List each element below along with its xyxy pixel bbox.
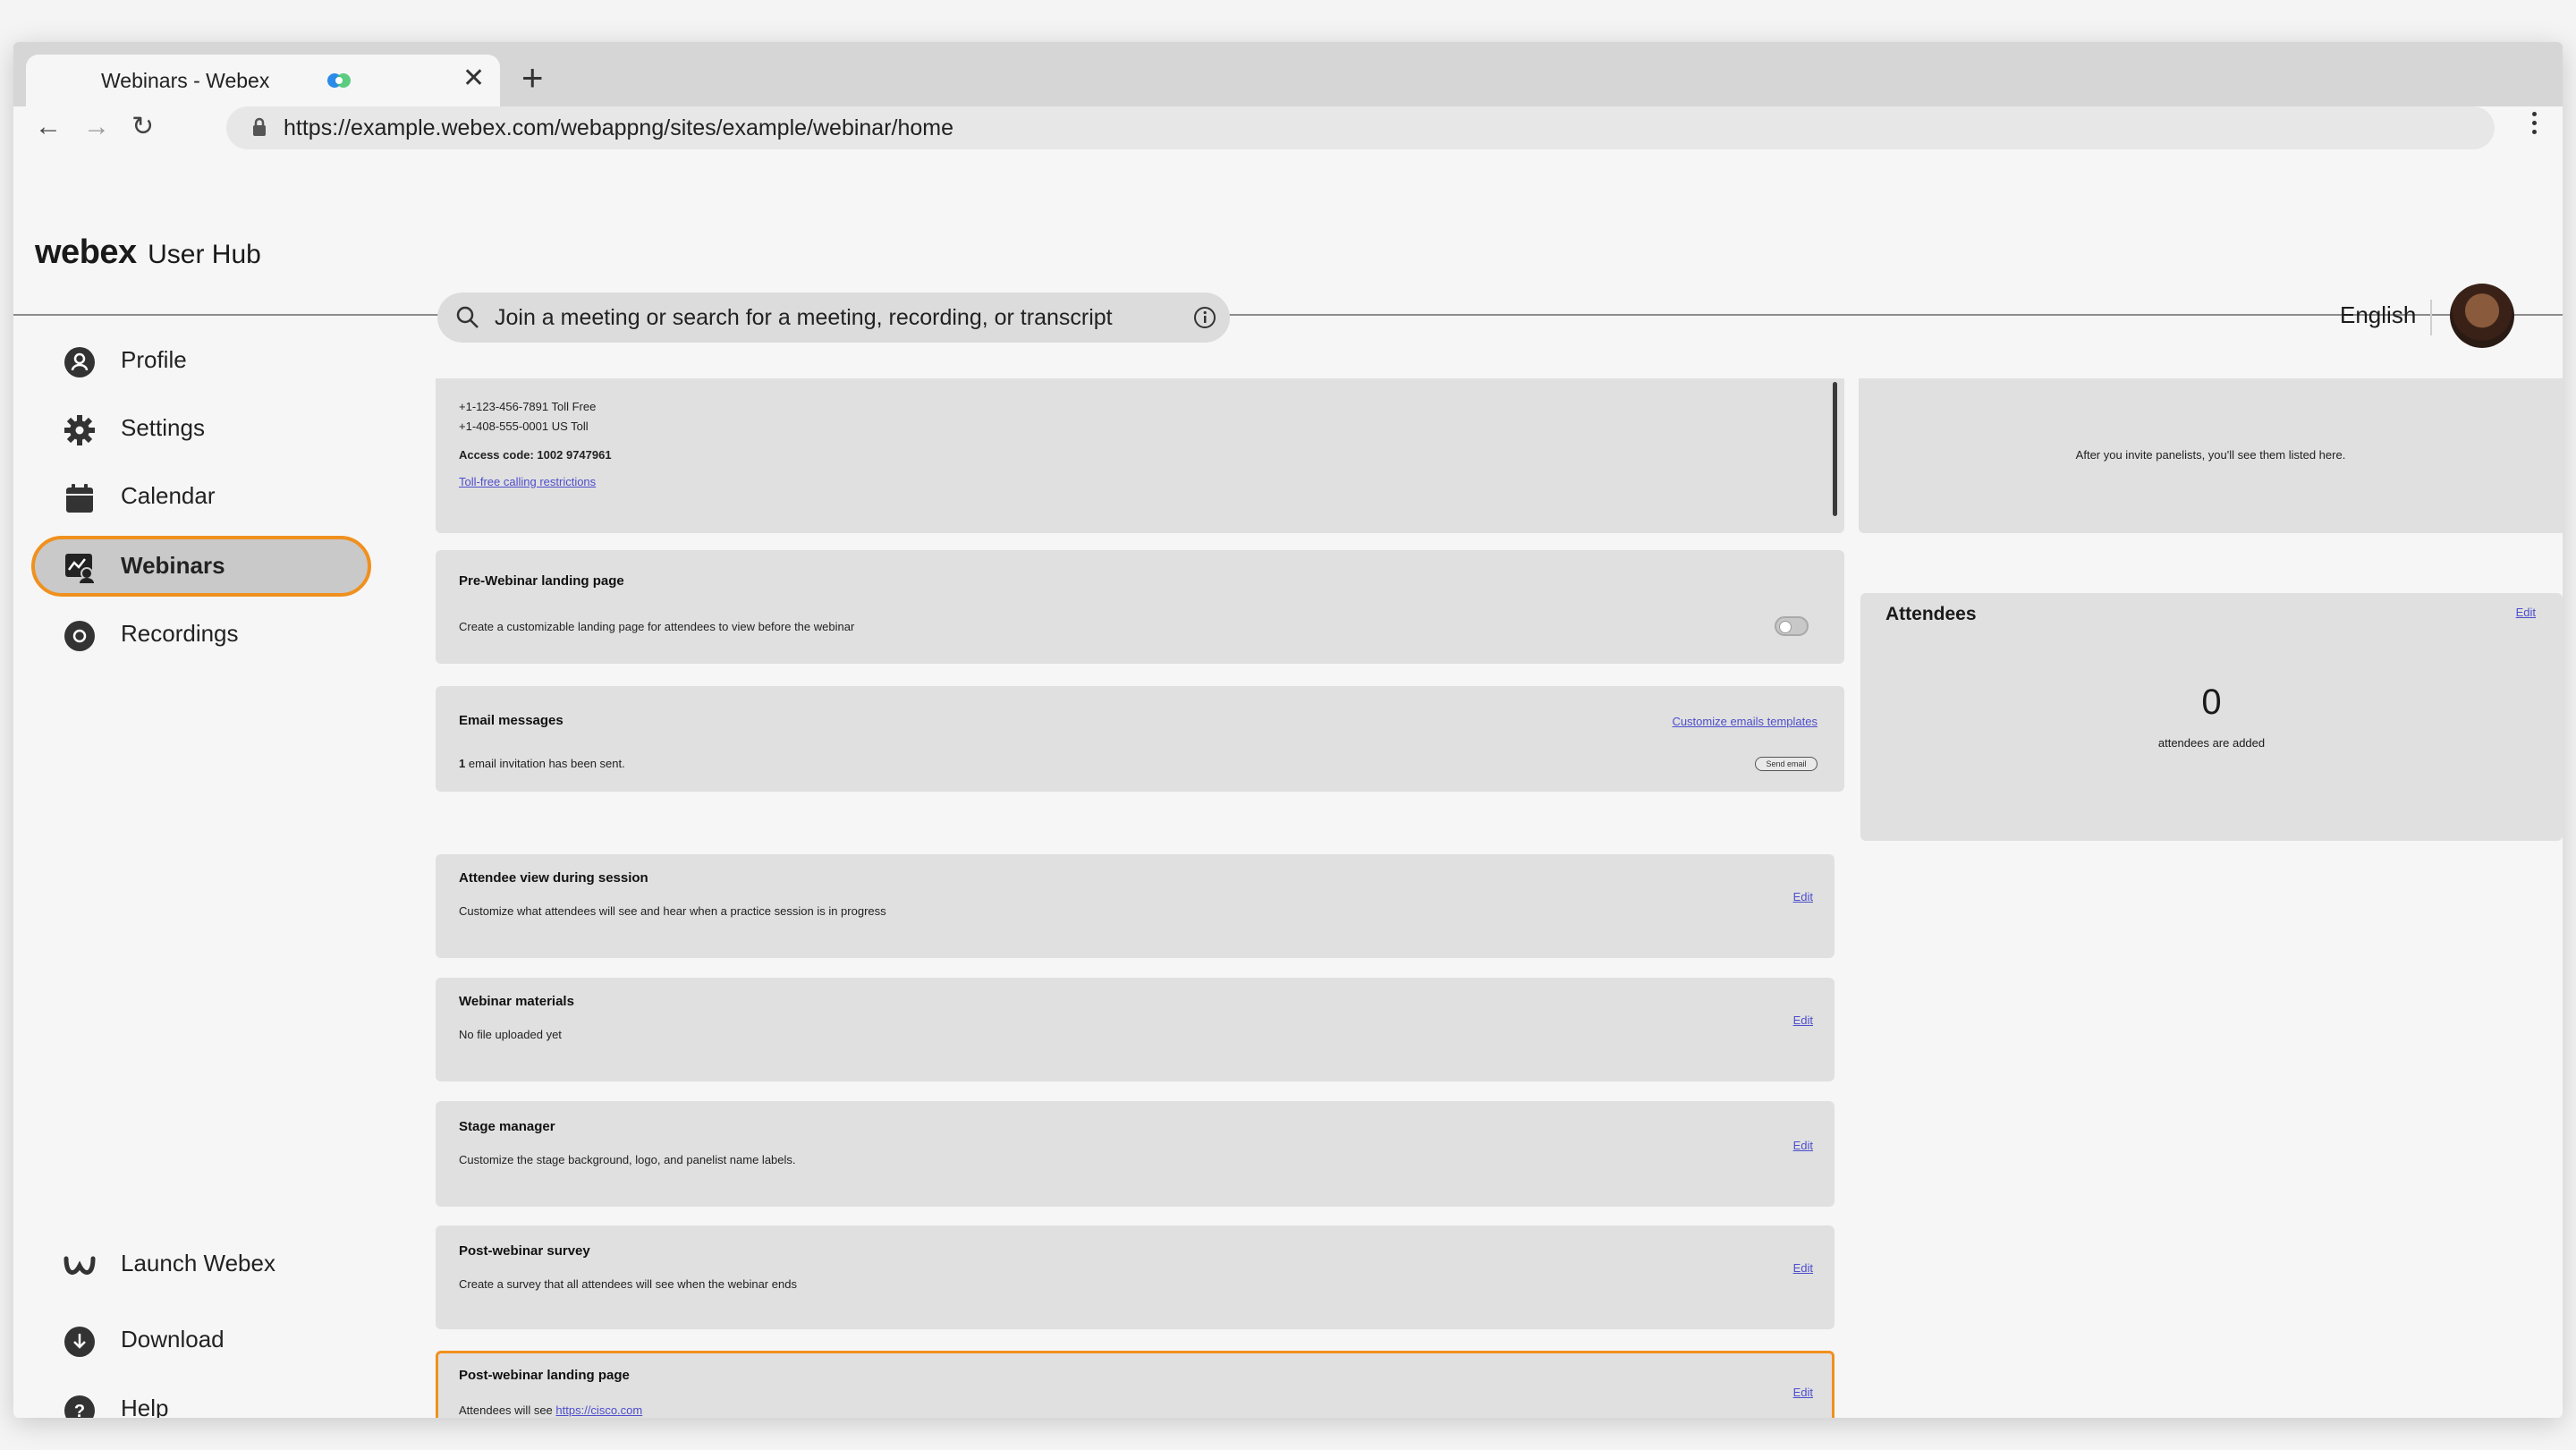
sidebar-item-calendar[interactable]: Calendar	[31, 466, 371, 527]
card-title: Stage manager	[459, 1119, 555, 1134]
language-selector[interactable]: English	[2340, 301, 2416, 329]
card-desc: No file uploaded yet	[459, 1028, 562, 1041]
card-title: Email messages	[459, 713, 564, 728]
sidebar-item-label: Settings	[121, 414, 205, 441]
email-status: 1 email invitation has been sent.	[459, 757, 625, 770]
sidebar-item-help[interactable]: ? Help	[31, 1378, 371, 1418]
recordings-icon	[64, 621, 95, 651]
gear-icon	[64, 415, 95, 445]
send-email-button[interactable]: Send email	[1755, 757, 1818, 771]
post-landing-desc: Attendees will see	[459, 1403, 556, 1417]
navigation-bar: ← → ↻ https://example.webex.com/webappng…	[13, 106, 2563, 205]
card-desc: Customize the stage background, logo, an…	[459, 1153, 796, 1166]
webex-logo-icon	[64, 1256, 96, 1275]
pre-webinar-toggle[interactable]	[1775, 616, 1809, 636]
browser-menu-icon[interactable]	[2532, 112, 2538, 139]
help-icon: ?	[64, 1395, 95, 1418]
attendees-title: Attendees	[1885, 604, 1977, 624]
forward-arrow-icon[interactable]: →	[83, 114, 110, 140]
email-messages-card: Email messages Customize emails template…	[436, 686, 1844, 792]
webex-favicon-icon	[327, 73, 351, 88]
card-desc: Create a customizable landing page for a…	[459, 620, 855, 633]
brand-title: User Hub	[148, 240, 261, 269]
phone-toll-free: +1-123-456-7891 Toll Free	[459, 400, 597, 413]
sidebar-item-label: Recordings	[121, 620, 239, 647]
phone-us-toll: +1-408-555-0001 US Toll	[459, 420, 589, 433]
search-input[interactable]: Join a meeting or search for a meeting, …	[437, 293, 1230, 343]
audio-connection-card: +1-123-456-7891 Toll Free +1-408-555-000…	[436, 378, 1844, 533]
sidebar-item-label: Profile	[121, 346, 187, 373]
tab-title: Webinars - Webex	[101, 69, 270, 92]
attendees-count: 0	[2201, 683, 2222, 722]
sidebar-item-label: Calendar	[121, 482, 216, 509]
customize-email-templates-link[interactable]: Customize emails templates	[1672, 715, 1818, 728]
sidebar-item-label: Download	[121, 1326, 225, 1352]
header-divider	[2430, 300, 2432, 335]
attendees-count-label: attendees are added	[2157, 736, 2266, 750]
profile-icon	[64, 347, 95, 377]
search-placeholder: Join a meeting or search for a meeting, …	[495, 305, 1113, 330]
download-icon	[64, 1327, 95, 1357]
info-icon[interactable]	[1192, 305, 1217, 330]
card-desc: Customize what attendees will see and he…	[459, 904, 886, 918]
edit-link[interactable]: Edit	[1793, 1261, 1813, 1275]
search-icon	[456, 306, 479, 328]
webinar-icon	[65, 554, 94, 583]
card-title: Attendee view during session	[459, 870, 648, 886]
new-tab-button[interactable]: +	[521, 59, 544, 97]
sidebar-item-recordings[interactable]: Recordings	[31, 604, 371, 665]
post-landing-url-link[interactable]: https://cisco.com	[555, 1403, 642, 1417]
card-scrollbar[interactable]	[1833, 382, 1837, 516]
lock-icon	[253, 117, 266, 136]
edit-link[interactable]: Edit	[1793, 1013, 1813, 1027]
svg-text:?: ?	[74, 1402, 85, 1418]
sidebar-item-label: Launch Webex	[121, 1250, 275, 1276]
url-bar[interactable]: https://example.webex.com/webappng/sites…	[226, 106, 2495, 149]
panelists-card: After you invite panelists, you'll see t…	[1859, 378, 2563, 533]
post-webinar-survey-card: Post-webinar survey Create a survey that…	[436, 1225, 1835, 1329]
back-arrow-icon[interactable]: ←	[35, 114, 62, 140]
edit-link[interactable]: Edit	[1793, 1139, 1813, 1152]
attendee-view-card: Attendee view during session Customize w…	[436, 854, 1835, 958]
webex-logo: webex	[35, 233, 137, 271]
sidebar-item-webinars[interactable]: Webinars	[31, 536, 371, 597]
calendar-icon	[66, 484, 93, 513]
card-title: Post-webinar survey	[459, 1243, 590, 1259]
attendees-edit-link[interactable]: Edit	[2516, 606, 2536, 619]
sidebar-item-label: Webinars	[121, 552, 225, 579]
card-desc: Attendees will see https://cisco.com	[459, 1403, 642, 1417]
sidebar-item-launch-webex[interactable]: Launch Webex	[31, 1234, 371, 1294]
edit-link[interactable]: Edit	[1793, 890, 1813, 903]
toll-free-restrictions-link[interactable]: Toll-free calling restrictions	[459, 475, 596, 488]
card-desc: Create a survey that all attendees will …	[459, 1277, 797, 1291]
tab-bar: Webinars - Webex ✕ +	[13, 42, 2563, 106]
sidebar-item-download[interactable]: Download	[31, 1310, 371, 1370]
hub-header: webex User Hub	[13, 205, 2563, 316]
email-status-text: email invitation has been sent.	[465, 757, 625, 770]
url-text: https://example.webex.com/webappng/sites…	[284, 115, 954, 140]
card-title: Pre-Webinar landing page	[459, 573, 624, 589]
brand: webex User Hub	[35, 233, 261, 272]
browser-tab[interactable]: Webinars - Webex ✕	[26, 55, 500, 106]
avatar[interactable]	[2450, 284, 2514, 348]
sidebar-item-label: Help	[121, 1395, 169, 1418]
panelists-empty-text: After you invite panelists, you'll see t…	[2075, 448, 2346, 462]
close-tab-icon[interactable]: ✕	[462, 64, 485, 94]
card-title: Webinar materials	[459, 994, 574, 1009]
edit-link[interactable]: Edit	[1793, 1386, 1813, 1399]
main-content: +1-123-456-7891 Toll Free +1-408-555-000…	[389, 378, 2563, 1418]
access-code: Access code: 1002 9747961	[459, 448, 612, 462]
reload-icon[interactable]: ↻	[131, 114, 154, 140]
card-title: Post-webinar landing page	[459, 1368, 630, 1383]
post-webinar-landing-card: Post-webinar landing page Attendees will…	[436, 1351, 1835, 1418]
pre-webinar-landing-card: Pre-Webinar landing page Create a custom…	[436, 550, 1844, 664]
sidebar-item-settings[interactable]: Settings	[31, 398, 371, 459]
attendees-card: Attendees Edit 0 attendees are added	[1860, 593, 2563, 841]
sidebar: Profile Settings Calendar Webinars Recor…	[13, 318, 389, 1418]
stage-manager-card: Stage manager Customize the stage backgr…	[436, 1101, 1835, 1207]
browser-window: Webinars - Webex ✕ + ← → ↻ https://examp…	[13, 42, 2563, 1418]
webinar-materials-card: Webinar materials No file uploaded yet E…	[436, 978, 1835, 1081]
sidebar-item-profile[interactable]: Profile	[31, 330, 371, 391]
